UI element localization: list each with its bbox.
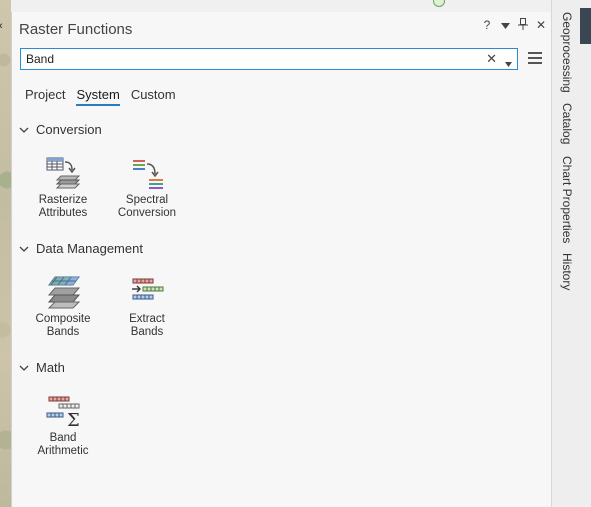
- svg-text:Σ: Σ: [67, 410, 80, 428]
- top-strip: [11, 0, 551, 12]
- tool-label-line1: Extract: [129, 313, 165, 325]
- tab-system[interactable]: System: [76, 87, 120, 106]
- chevron-down-icon: [19, 246, 29, 252]
- tool-band-arithmetic[interactable]: Σ Band Arithmetic: [25, 394, 101, 458]
- search-input[interactable]: [26, 51, 466, 67]
- dock-tab-geoprocessing[interactable]: Geoprocessing: [560, 12, 574, 93]
- chevron-left-icon: ‹: [0, 20, 3, 32]
- tool-label-line2: Bands: [46, 326, 80, 338]
- section-title: Data Management: [36, 241, 143, 256]
- window-fragment: [580, 8, 591, 44]
- tool-label-line2: Bands: [130, 326, 164, 338]
- pin-icon: [518, 18, 528, 30]
- tool-label-line2: Conversion: [117, 207, 177, 219]
- composite-bands-icon: [47, 276, 81, 309]
- dock-tab-chart-properties[interactable]: Chart Properties: [560, 156, 574, 243]
- band-arithmetic-icon: Σ: [46, 396, 80, 428]
- spectral-conversion-icon: [133, 160, 163, 189]
- clear-search-icon[interactable]: ✕: [486, 52, 497, 66]
- help-button[interactable]: ?: [481, 18, 493, 32]
- section-title: Conversion: [36, 122, 102, 137]
- extract-bands-icon: [132, 278, 164, 300]
- section-data-management[interactable]: Data Management: [19, 241, 143, 256]
- dock-tab-history[interactable]: History: [560, 253, 574, 290]
- section-math[interactable]: Math: [19, 360, 65, 375]
- search-dropdown-icon[interactable]: [505, 54, 512, 72]
- tool-label-line1: Spectral: [125, 194, 169, 206]
- search-row: ✕: [20, 48, 542, 72]
- function-tabs: Project System Custom: [25, 87, 176, 106]
- pin-button[interactable]: [517, 18, 529, 32]
- map-view-edge: ‹: [0, 0, 11, 507]
- hamburger-menu-icon[interactable]: [528, 52, 542, 66]
- tool-label-line1: Composite: [35, 313, 91, 325]
- search-field[interactable]: ✕: [20, 48, 518, 70]
- section-conversion[interactable]: Conversion: [19, 122, 102, 137]
- tool-composite-bands[interactable]: Composite Bands: [25, 275, 101, 339]
- tool-label-line2: Attributes: [38, 207, 88, 219]
- status-icon: [433, 0, 445, 7]
- raster-functions-pane: Raster Functions ? ✕ ✕ Project Syst: [11, 12, 552, 507]
- rasterize-attributes-icon: [46, 157, 81, 189]
- tool-spectral-conversion[interactable]: Spectral Conversion: [109, 156, 185, 220]
- tool-label-line2: Arithmetic: [37, 445, 89, 457]
- chevron-down-icon: [19, 365, 29, 371]
- tool-extract-bands[interactable]: Extract Bands: [109, 275, 185, 339]
- tool-label-line1: Band: [49, 432, 77, 444]
- pane-menu-button[interactable]: [499, 18, 511, 32]
- pane-controls: ? ✕: [481, 18, 547, 32]
- dock-tab-catalog[interactable]: Catalog: [560, 103, 574, 144]
- tool-rasterize-attributes[interactable]: Rasterize Attributes: [25, 156, 101, 220]
- tab-custom[interactable]: Custom: [131, 87, 176, 106]
- close-button[interactable]: ✕: [535, 18, 547, 32]
- right-dock: Geoprocessing Catalog Chart Properties H…: [551, 0, 591, 507]
- chevron-down-icon: [500, 23, 510, 29]
- tool-label-line1: Rasterize: [38, 194, 88, 206]
- pane-title: Raster Functions: [19, 21, 133, 38]
- section-title: Math: [36, 360, 65, 375]
- chevron-down-icon: [19, 127, 29, 133]
- tab-project[interactable]: Project: [25, 87, 65, 106]
